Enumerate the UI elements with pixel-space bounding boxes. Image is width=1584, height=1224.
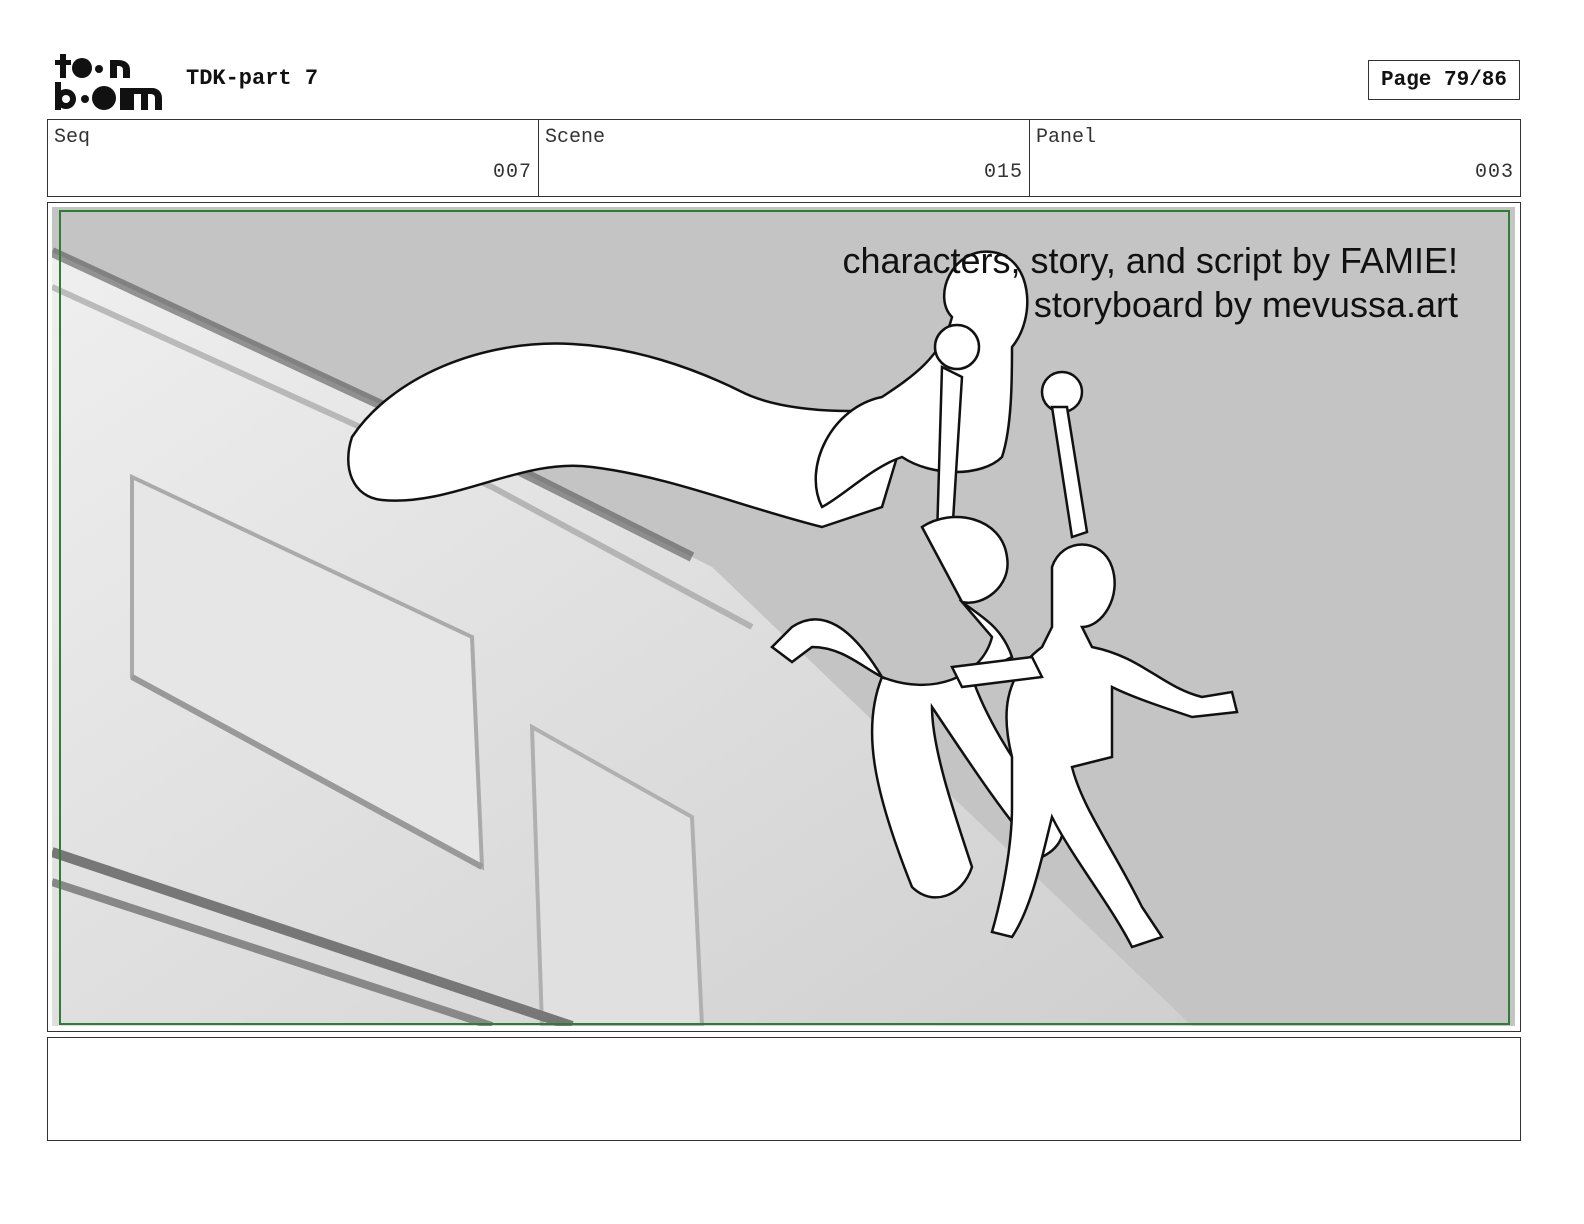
- page-number: Page 79/86: [1368, 60, 1520, 100]
- seq-cell: Seq 007: [48, 120, 539, 196]
- scene-label: Scene: [545, 126, 606, 149]
- toonboom-logo-icon: [55, 54, 162, 110]
- credit-line-storyboard: storyboard by mevussa.art: [1033, 284, 1458, 325]
- panel-value: 003: [1474, 161, 1514, 184]
- project-title: TDK-part 7: [186, 66, 319, 91]
- scene-value: 015: [983, 161, 1023, 184]
- panel-label: Panel: [1036, 126, 1097, 149]
- seq-label: Seq: [54, 126, 91, 149]
- seq-value: 007: [492, 161, 532, 184]
- storyboard-panel: characters, story, and script by FAMIE! …: [47, 202, 1521, 1032]
- notes-box[interactable]: [47, 1037, 1521, 1141]
- scene-cell: Scene 015: [539, 120, 1030, 196]
- storyboard-drawing: [52, 207, 1515, 1026]
- info-table: Seq 007 Scene 015 Panel 003: [47, 119, 1521, 197]
- panel-cell: Panel 003: [1030, 120, 1520, 196]
- credits-overlay: characters, story, and script by FAMIE! …: [842, 239, 1458, 327]
- credit-line-story: characters, story, and script by FAMIE!: [842, 240, 1458, 281]
